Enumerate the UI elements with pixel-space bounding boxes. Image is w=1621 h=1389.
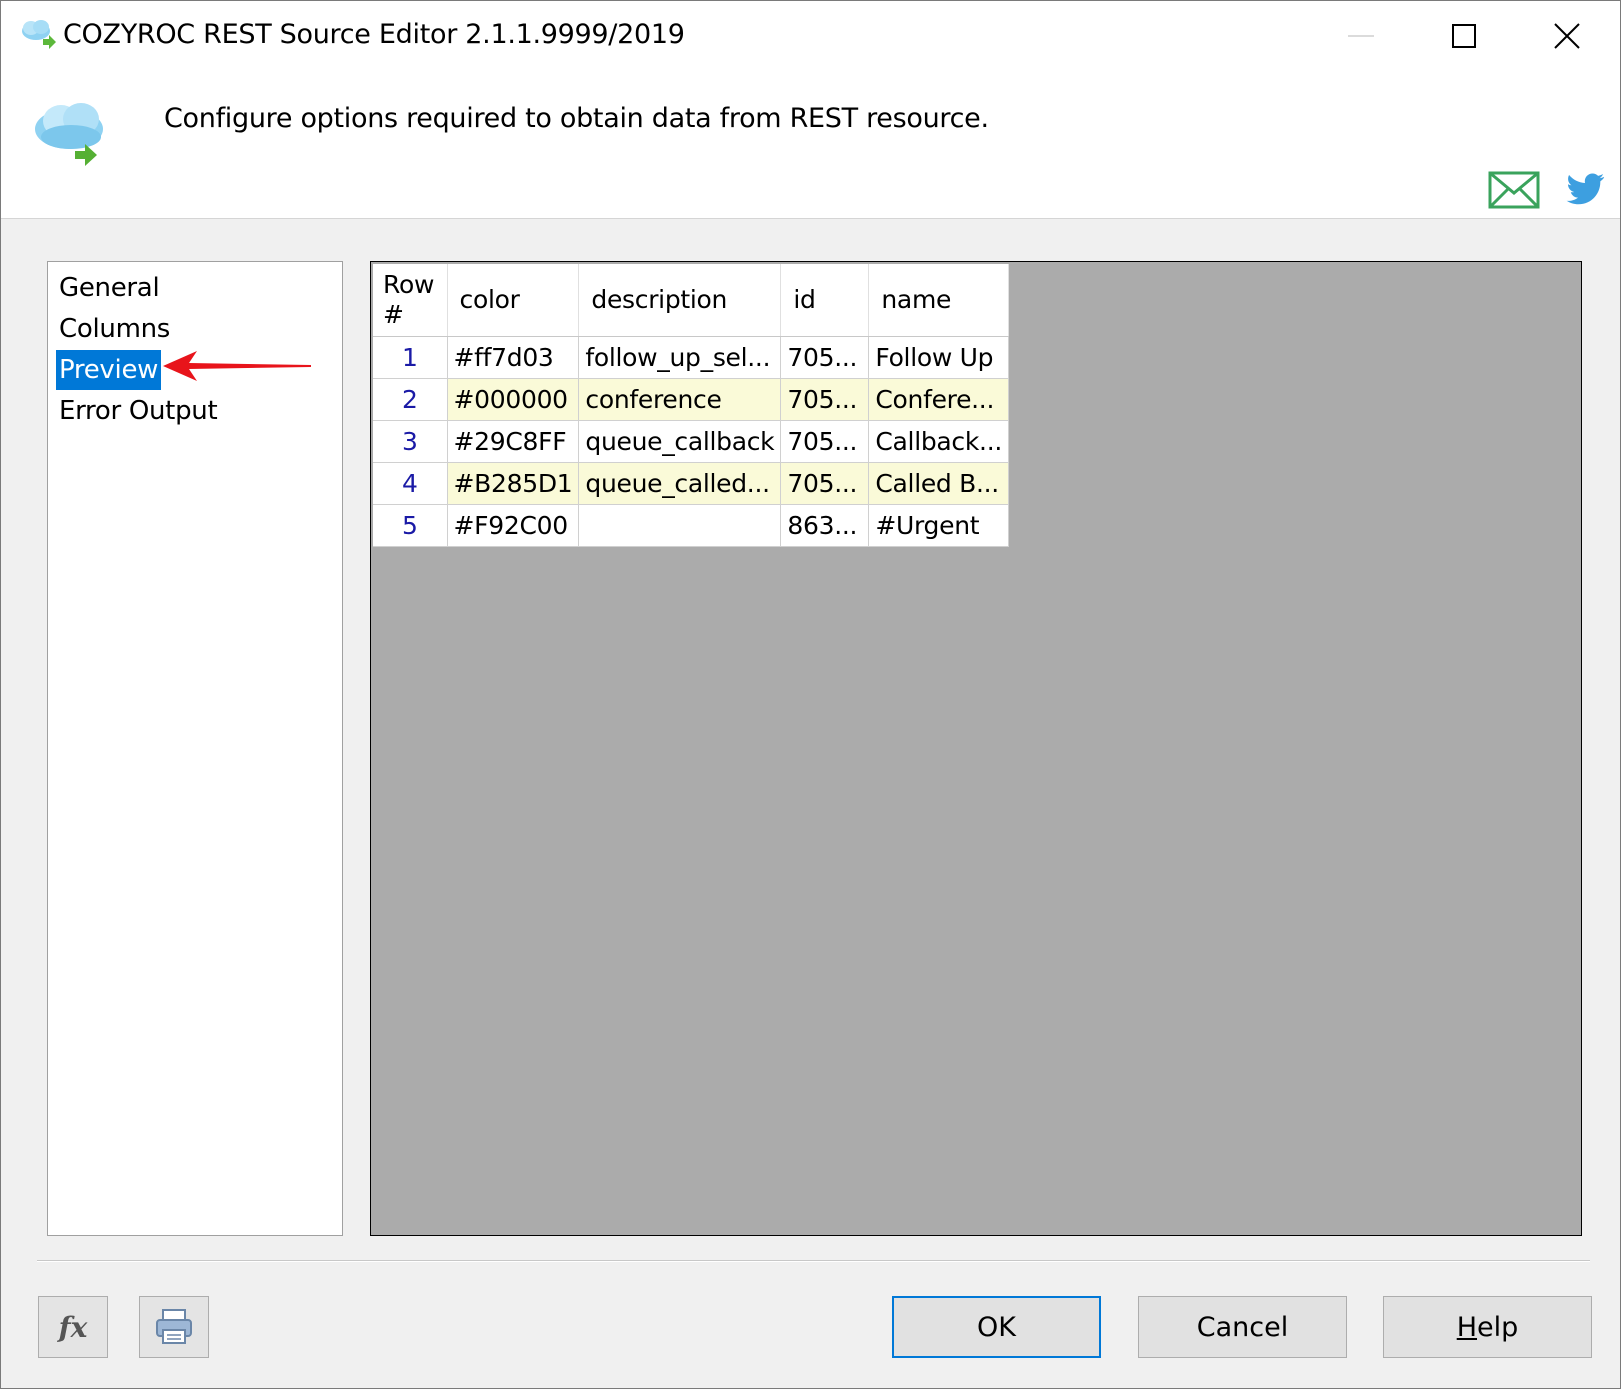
cell-id[interactable]: 863... [780,504,870,547]
table-row[interactable]: 1 #ff7d03 follow_up_sel... 705... Follow… [373,336,1009,379]
nav-item-preview[interactable]: Preview [56,350,162,390]
header-description: Configure options required to obtain dat… [164,103,989,134]
red-arrow-icon [163,351,311,381]
preview-table: Row # color description id name 1 #ff7d0… [373,264,1009,547]
title-bar: COZYROC REST Source Editor 2.1.1.9999/20… [1,1,1620,71]
window-title: COZYROC REST Source Editor 2.1.1.9999/20… [63,19,685,50]
column-header-id[interactable]: id [780,264,870,337]
cloud-arrow-icon [35,103,103,166]
minimize-button[interactable] [1311,1,1411,71]
cell-name[interactable]: #Urgent [868,504,1009,547]
header-band: Configure options required to obtain dat… [1,71,1620,219]
nav-list: General Columns Preview Error Output [47,261,343,1236]
cell-id[interactable]: 705... [780,462,870,505]
cell-id[interactable]: 705... [780,378,870,421]
cancel-button[interactable]: Cancel [1138,1296,1347,1358]
nav-item-columns[interactable]: Columns [56,309,173,349]
cell-description[interactable]: follow_up_sel... [578,336,782,379]
mail-icon[interactable] [1488,171,1540,209]
maximize-icon [1452,24,1476,48]
cell-name[interactable]: Confere... [868,378,1009,421]
print-button[interactable] [139,1296,209,1358]
table-row[interactable]: 2 #000000 conference 705... Confere... [373,378,1009,421]
preview-grid: Row # color description id name 1 #ff7d0… [370,261,1582,1236]
help-label-rest: elp [1477,1311,1519,1343]
help-button[interactable]: Help [1383,1296,1592,1358]
cell-name[interactable]: Callback... [868,420,1009,463]
cell-color[interactable]: #B285D1 [447,462,580,505]
cell-name[interactable]: Follow Up [868,336,1009,379]
cell-color[interactable]: #000000 [447,378,580,421]
cell-color[interactable]: #F92C00 [447,504,580,547]
table-row[interactable]: 5 #F92C00 863... #Urgent [373,504,1009,547]
row-number: 1 [373,336,448,379]
row-header-line2: # [383,299,404,329]
twitter-icon[interactable] [1566,171,1606,207]
table-row[interactable]: 3 #29C8FF queue_callback 705... Callback… [373,420,1009,463]
nav-item-error-output[interactable]: Error Output [56,391,220,431]
close-icon [1554,23,1580,49]
column-header-row-number[interactable]: Row # [373,264,448,337]
cell-color[interactable]: #29C8FF [447,420,580,463]
nav-item-general[interactable]: General [56,268,162,308]
cell-id[interactable]: 705... [780,336,870,379]
row-number: 5 [373,504,448,547]
fx-icon: fx [58,1310,88,1344]
row-number: 3 [373,420,448,463]
cell-description[interactable]: conference [578,378,782,421]
expressions-button[interactable]: fx [38,1296,108,1358]
help-mnemonic: H [1456,1311,1478,1343]
cloud-arrow-icon [22,20,56,49]
column-header-description[interactable]: description [578,264,782,337]
column-header-color[interactable]: color [447,264,580,337]
cell-color[interactable]: #ff7d03 [447,336,580,379]
table-row[interactable]: 4 #B285D1 queue_called... 705... Called … [373,462,1009,505]
footer-separator [37,1260,1590,1262]
table-header-row: Row # color description id name [373,264,1009,337]
minimize-icon [1348,35,1374,37]
cell-name[interactable]: Called B... [868,462,1009,505]
cell-description[interactable] [578,504,782,547]
cell-id[interactable]: 705... [780,420,870,463]
cell-description[interactable]: queue_callback [578,420,782,463]
row-number: 2 [373,378,448,421]
row-header-line1: Row [383,269,435,299]
row-number: 4 [373,462,448,505]
close-button[interactable] [1517,1,1617,71]
cell-description[interactable]: queue_called... [578,462,782,505]
column-header-name[interactable]: name [868,264,1009,337]
printer-icon [156,1309,192,1344]
ok-button[interactable]: OK [892,1296,1101,1358]
maximize-button[interactable] [1414,1,1514,71]
editor-window: COZYROC REST Source Editor 2.1.1.9999/20… [0,0,1621,1389]
